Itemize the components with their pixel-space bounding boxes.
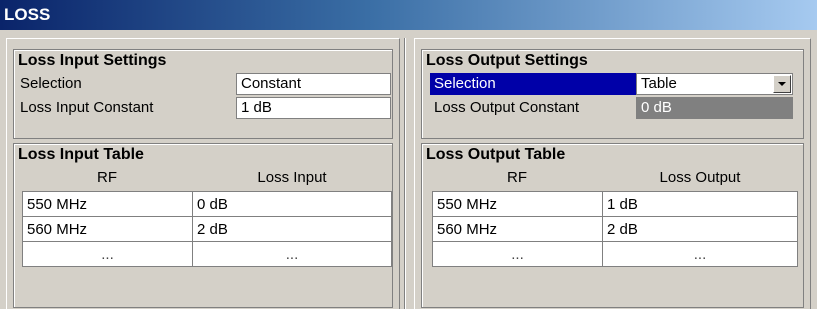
- table-cell-loss[interactable]: 1 dB: [602, 191, 798, 217]
- table-cell-loss[interactable]: 2 dB: [192, 216, 392, 242]
- loss-output-panel: Loss Output Settings Selection Table Los…: [414, 38, 811, 309]
- input-table-header-loss: Loss Input: [257, 169, 327, 186]
- table-cell-loss[interactable]: ...: [602, 241, 798, 267]
- loss-input-table-title: Loss Input Table: [18, 146, 144, 163]
- input-constant-field[interactable]: 1 dB: [236, 97, 391, 119]
- loss-output-settings-title: Loss Output Settings: [426, 52, 588, 69]
- table-cell-loss[interactable]: 0 dB: [192, 191, 392, 217]
- table-cell-rf[interactable]: 550 MHz: [22, 191, 193, 217]
- output-constant-field: 0 dB: [636, 97, 793, 119]
- table-cell-rf[interactable]: ...: [22, 241, 193, 267]
- table-cell-loss[interactable]: 2 dB: [602, 216, 798, 242]
- loss-input-settings-group: Loss Input Settings Selection Constant L…: [13, 49, 393, 139]
- table-row[interactable]: 560 MHz 2 dB: [432, 216, 798, 242]
- table-cell-rf[interactable]: 550 MHz: [432, 191, 603, 217]
- input-selection-field[interactable]: Constant: [236, 73, 391, 95]
- loss-input-panel: Loss Input Settings Selection Constant L…: [6, 38, 400, 309]
- input-selection-label: Selection: [20, 75, 82, 92]
- output-table-header-rf: RF: [507, 169, 527, 186]
- table-row[interactable]: ... ...: [432, 241, 798, 267]
- loss-output-table-title: Loss Output Table: [426, 146, 566, 163]
- output-constant-label: Loss Output Constant: [434, 99, 580, 116]
- table-cell-loss[interactable]: ...: [192, 241, 392, 267]
- loss-output-table: 550 MHz 1 dB 560 MHz 2 dB ... ...: [432, 191, 798, 267]
- loss-output-settings-group: Loss Output Settings Selection Table Los…: [421, 49, 804, 139]
- table-row[interactable]: 550 MHz 0 dB: [22, 191, 392, 217]
- output-table-header-loss: Loss Output: [659, 169, 741, 186]
- output-selection-dropdown[interactable]: Table: [636, 73, 793, 95]
- output-selection-label: Selection: [430, 73, 636, 95]
- chevron-down-icon[interactable]: [773, 75, 791, 93]
- input-constant-label: Loss Input Constant: [20, 99, 154, 116]
- table-row[interactable]: ... ...: [22, 241, 392, 267]
- table-cell-rf[interactable]: 560 MHz: [432, 216, 603, 242]
- loss-input-table: 550 MHz 0 dB 560 MHz 2 dB ... ...: [22, 191, 392, 267]
- table-cell-rf[interactable]: ...: [432, 241, 603, 267]
- table-cell-rf[interactable]: 560 MHz: [22, 216, 193, 242]
- input-table-header-rf: RF: [97, 169, 117, 186]
- output-selection-value: Table: [641, 75, 677, 92]
- loss-output-table-group: Loss Output Table RF Loss Output 550 MHz…: [421, 143, 804, 308]
- table-row[interactable]: 560 MHz 2 dB: [22, 216, 392, 242]
- window-title: LOSS: [0, 0, 817, 30]
- loss-input-table-group: Loss Input Table RF Loss Input 550 MHz 0…: [13, 143, 393, 308]
- panel-divider: [404, 38, 406, 309]
- table-row[interactable]: 550 MHz 1 dB: [432, 191, 798, 217]
- loss-input-settings-title: Loss Input Settings: [18, 52, 167, 69]
